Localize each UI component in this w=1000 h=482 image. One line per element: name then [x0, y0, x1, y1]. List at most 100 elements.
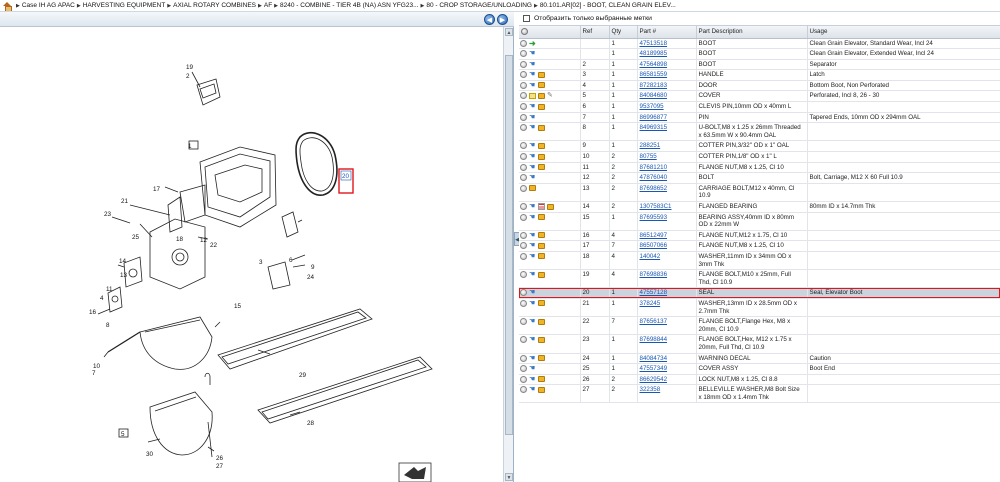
table-row[interactable]: ☚ 19 4 87698836 FLANGE BOLT,M10 x 25mm, Full… — [519, 269, 1000, 289]
info-hand-icon[interactable]: ☚ — [529, 50, 536, 57]
callout-label[interactable]: 29 — [299, 372, 307, 379]
part-number-link[interactable]: 87698836 — [640, 271, 668, 278]
callout-label[interactable]: 2 — [186, 73, 190, 80]
diagram-scrollbar[interactable]: ▲ ▼ — [503, 27, 513, 482]
breadcrumb-item[interactable]: 8240 - COMBINE - TIER 4B (NA) ASN YFG23.… — [280, 2, 418, 9]
part-number-link[interactable]: 87698844 — [640, 336, 668, 343]
cart-icon[interactable] — [538, 355, 545, 361]
row-select-icon[interactable] — [520, 142, 527, 150]
table-row[interactable]: ☚ 9 1 288251 COTTER PIN,3/32" OD x 1" OAL — [519, 140, 1000, 153]
callout-label[interactable]: 12 — [200, 237, 208, 244]
row-select-icon[interactable] — [520, 375, 527, 383]
breadcrumb-item[interactable]: 80.101.AR[02] - BOOT, CLEAN GRAIN ELEV..… — [540, 2, 676, 9]
part-bolt-26[interactable] — [204, 372, 211, 385]
table-row[interactable]: ☚ 15 1 87695593 BEARING ASSY,40mm ID x 80mm … — [519, 212, 1000, 231]
cart-icon[interactable] — [538, 232, 545, 239]
table-row[interactable]: ✎ 5 1 84084680 COVER Perforated, Incl 8, 26 -… — [519, 90, 1000, 103]
cart-icon[interactable] — [538, 214, 545, 221]
callout-label[interactable]: 25 — [132, 234, 140, 241]
part-number-link[interactable]: 47876040 — [640, 174, 668, 181]
info-hand-icon[interactable]: ☚ — [529, 71, 536, 78]
part-number-link[interactable]: 84969315 — [640, 124, 668, 131]
row-select-icon[interactable] — [520, 71, 527, 79]
info-hand-icon[interactable]: ☚ — [529, 114, 536, 121]
callout-label[interactable]: 17 — [153, 186, 161, 193]
part-number-link[interactable]: 47557349 — [640, 365, 668, 372]
callout-label[interactable]: 27 — [216, 463, 224, 470]
row-select-icon[interactable] — [520, 50, 527, 58]
row-select-icon[interactable] — [520, 242, 527, 250]
part-pin-7[interactable] — [107, 331, 141, 353]
header-usage[interactable]: Usage — [807, 26, 1000, 39]
cart-icon[interactable] — [529, 185, 536, 192]
scroll-down-icon[interactable]: ▼ — [505, 473, 513, 481]
table-row[interactable]: ☚ 25 1 47557349 COVER ASSY Boot End — [519, 363, 1000, 375]
breadcrumb-item[interactable]: 80 - CROP STORAGE/UNLOADING — [426, 2, 532, 9]
table-row[interactable]: ☚ 8 1 84969315 U-BOLT,M8 x 1.25 x 26mm Threa… — [519, 122, 1000, 142]
part-cover-5[interactable] — [149, 391, 213, 456]
row-select-icon[interactable] — [520, 231, 527, 239]
row-select-icon[interactable] — [520, 318, 527, 326]
callout-label[interactable]: 28 — [307, 420, 315, 427]
part-number-link[interactable]: 47513518 — [640, 40, 668, 47]
row-select-icon[interactable] — [520, 354, 527, 362]
cart-icon[interactable] — [538, 271, 545, 278]
cart-icon[interactable] — [547, 203, 554, 210]
scroll-up-icon[interactable]: ▲ — [505, 28, 513, 36]
callout-label[interactable]: 1 — [188, 143, 192, 150]
table-row[interactable]: ☚ 1 48189985 BOOT Clean Grain Elevator, Exte… — [519, 48, 1000, 60]
cart-icon[interactable] — [538, 300, 545, 307]
part-number-link[interactable]: 86629542 — [640, 376, 668, 383]
callout-label[interactable]: 13 — [120, 272, 128, 279]
row-select-icon[interactable] — [520, 60, 527, 68]
cart-icon[interactable] — [538, 82, 545, 89]
callout-label[interactable]: 10 — [93, 363, 101, 370]
info-hand-icon[interactable]: ☚ — [529, 318, 536, 325]
part-number-link[interactable]: 378245 — [640, 300, 661, 307]
info-hand-icon[interactable]: ☚ — [529, 336, 536, 343]
callout-label[interactable]: 16 — [89, 309, 97, 316]
row-select-icon[interactable] — [520, 39, 527, 47]
row-select-icon[interactable] — [520, 163, 527, 171]
callout-label[interactable]: 19 — [186, 64, 194, 71]
breadcrumb-item[interactable]: AF — [264, 2, 272, 9]
table-row[interactable]: ☚ 16 4 86512497 FLANGE NUT,M12 x 1.75, Cl 10 — [519, 230, 1000, 242]
row-select-icon[interactable] — [520, 386, 527, 394]
part-number-link[interactable]: 87282183 — [640, 82, 668, 89]
callout-label[interactable]: 26 — [216, 455, 224, 462]
table-row[interactable]: ➜ 1 47513518 BOOT Clean Grain Elevator, Stan… — [519, 38, 1000, 50]
select-all-icon[interactable] — [521, 27, 528, 35]
info-hand-icon[interactable]: ☚ — [529, 61, 536, 68]
table-row[interactable]: ☚ 23 1 87698844 FLANGE BOLT,Hex, M12 x 1.75 … — [519, 334, 1000, 354]
callout-label[interactable]: 18 — [176, 236, 184, 243]
table-row[interactable]: ☚ 7 1 86996877 PIN Tapered Ends, 10mm OD x 29… — [519, 112, 1000, 124]
row-select-icon[interactable] — [520, 103, 527, 111]
info-hand-icon[interactable]: ☚ — [529, 289, 536, 296]
row-select-icon[interactable] — [520, 174, 527, 182]
info-hand-icon[interactable]: ☚ — [529, 203, 536, 210]
cart-icon[interactable] — [538, 253, 545, 260]
breadcrumb-item[interactable]: Case IH AG APAC — [22, 2, 75, 9]
row-select-icon[interactable] — [520, 153, 527, 161]
cart-icon[interactable] — [538, 376, 545, 383]
row-select-icon[interactable] — [520, 299, 527, 307]
breadcrumb-item[interactable]: AXIAL ROTARY COMBINES — [173, 2, 256, 9]
table-row[interactable]: ☚ 12 2 47876040 BOLT Bolt, Carriage, M12 X 60… — [519, 172, 1000, 184]
part-number-link[interactable]: 322358 — [640, 386, 661, 393]
row-select-icon[interactable] — [520, 184, 527, 192]
info-hand-icon[interactable]: ☚ — [529, 153, 536, 160]
table-row[interactable]: ☚ 2 1 47564898 BOOT Separator — [519, 59, 1000, 71]
row-select-icon[interactable] — [520, 365, 527, 373]
info-hand-icon[interactable]: ☚ — [529, 271, 536, 278]
part-number-link[interactable]: 84084734 — [640, 355, 668, 362]
table-row[interactable]: 13 2 87698652 CARRIAGE BOLT,M12 x 40mm, Cl … — [519, 183, 1000, 203]
info-hand-icon[interactable]: ☚ — [529, 142, 536, 149]
callout-label[interactable]: 22 — [210, 242, 218, 249]
callout-label[interactable]: 11 — [106, 286, 113, 293]
header-desc[interactable]: Part Description — [696, 26, 808, 39]
table-row[interactable]: ☚ 24 1 84084734 WARNING DECAL Caution — [519, 353, 1000, 365]
part-number-link[interactable]: 87656137 — [640, 318, 668, 325]
cart-icon[interactable] — [538, 386, 545, 393]
callout-label[interactable]: 9 — [311, 264, 315, 271]
header-ref[interactable]: Ref — [580, 26, 610, 39]
